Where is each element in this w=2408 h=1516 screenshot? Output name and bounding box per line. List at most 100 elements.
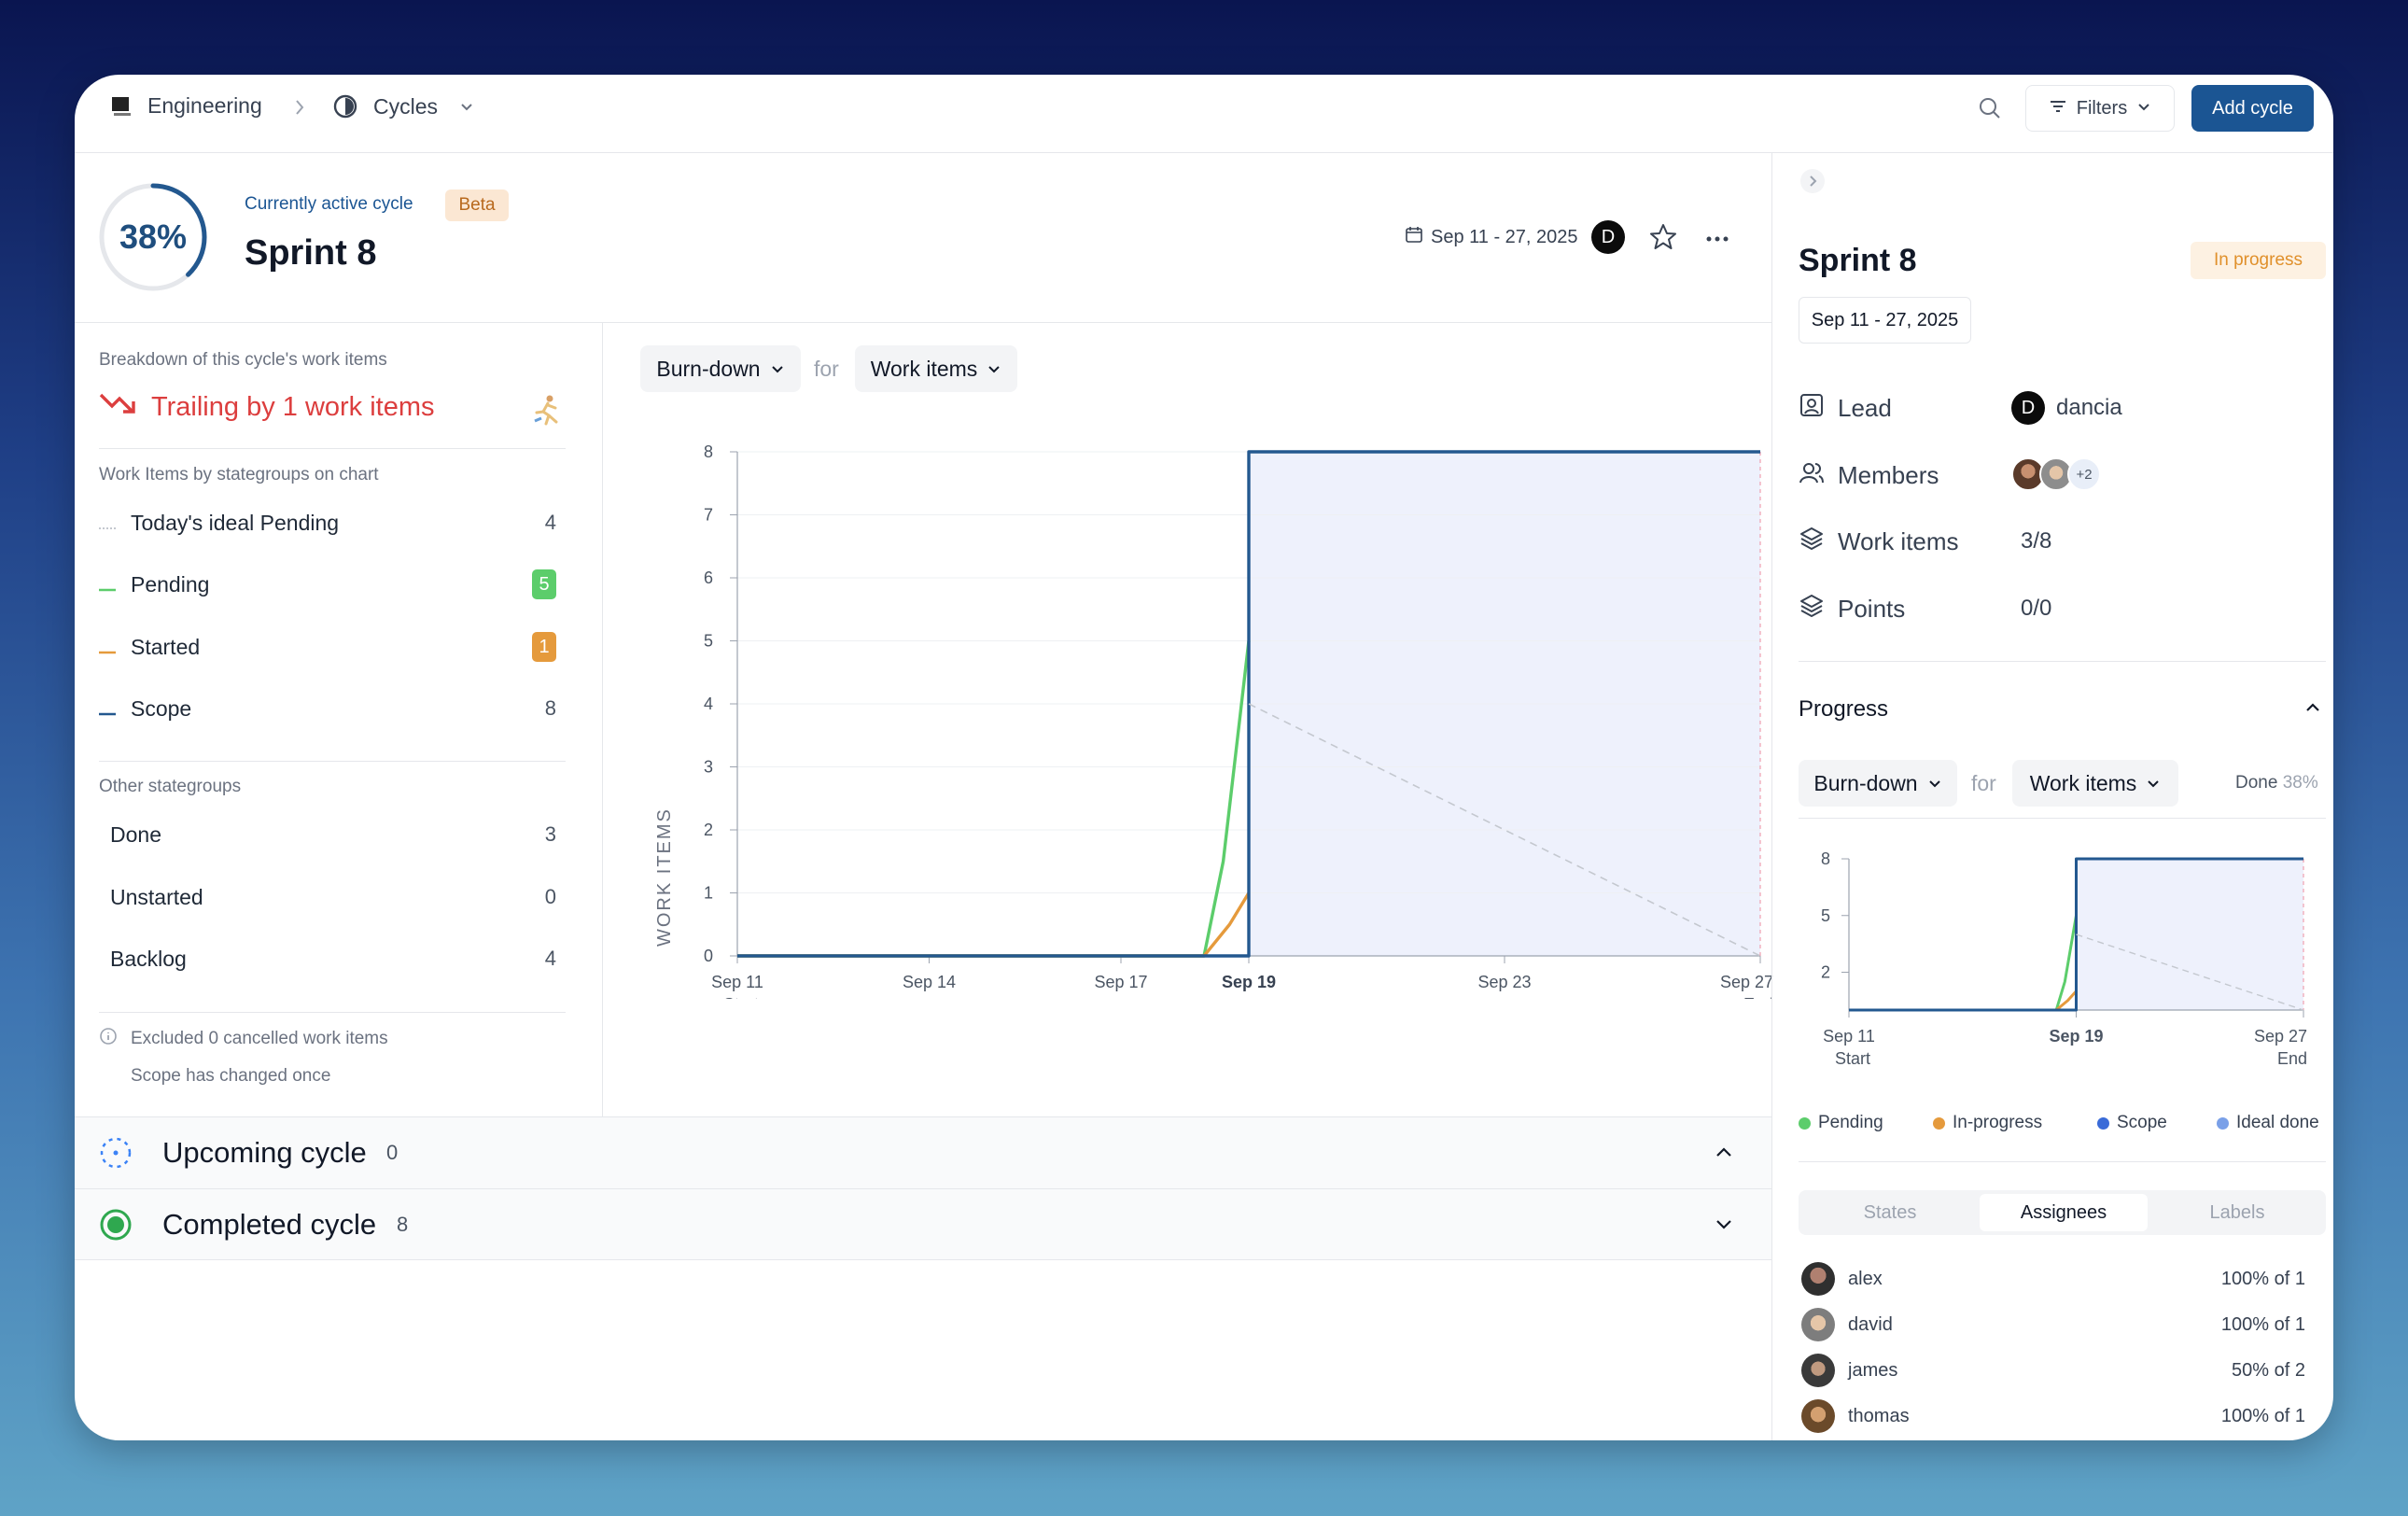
assignee-avatar bbox=[1801, 1308, 1835, 1341]
breadcrumb-cycles[interactable]: Cycles bbox=[332, 93, 475, 119]
more-options-icon[interactable] bbox=[1706, 232, 1729, 248]
tab-assignees[interactable]: Assignees bbox=[1980, 1194, 2148, 1231]
assignee-progress: 50% of 2 bbox=[2232, 1359, 2305, 1381]
dotted-line-icon bbox=[99, 511, 116, 536]
y-tick-label: 2 bbox=[1821, 963, 1830, 982]
x-tick-label: Sep 11 bbox=[711, 973, 763, 991]
work-items-label: Work items bbox=[1838, 527, 1959, 555]
cycle-title: Sprint 8 bbox=[245, 233, 377, 273]
other-unstarted: Unstarted 0 bbox=[110, 878, 556, 916]
legend-ideal-pending: Today's ideal Pending 4 bbox=[99, 504, 556, 541]
stategroups-heading: Work Items by stategroups on chart bbox=[99, 465, 379, 484]
cycle-date-range[interactable]: Sep 11 - 27, 2025 bbox=[1405, 225, 1578, 249]
x-tick-label: Sep 17 bbox=[1094, 973, 1147, 991]
legend-pending: Pending 5 bbox=[99, 566, 556, 603]
layers-icon bbox=[1799, 526, 1825, 558]
points-value: 0/0 bbox=[2021, 596, 2052, 621]
details-chart-type-label: Burn-down bbox=[1813, 770, 1918, 795]
filters-button[interactable]: Filters bbox=[2025, 85, 2175, 132]
x-tick-label: Sep 19 bbox=[2049, 1027, 2103, 1046]
cycle-icon bbox=[332, 93, 358, 119]
completed-cycle-section[interactable]: Completed cycle 8 bbox=[75, 1188, 1771, 1260]
details-date-button[interactable]: Sep 11 - 27, 2025 bbox=[1799, 297, 1971, 344]
x-sublabel: Start bbox=[723, 995, 759, 999]
y-tick-label: 2 bbox=[704, 821, 713, 839]
lead-property: Lead bbox=[1799, 392, 1892, 425]
breakdown-tabs: States Assignees Labels bbox=[1799, 1190, 2326, 1235]
x-sublabel: End bbox=[1743, 995, 1773, 999]
y-tick-label: 1 bbox=[704, 884, 713, 903]
divider bbox=[75, 1259, 1771, 1260]
legend-dot bbox=[1933, 1116, 1945, 1130]
y-tick-label: 8 bbox=[704, 442, 713, 461]
work-items-property: Work items bbox=[1799, 526, 1959, 558]
chevron-down-icon[interactable] bbox=[1714, 1214, 1734, 1239]
search-icon[interactable] bbox=[1977, 95, 2003, 126]
chart-type-label: Burn-down bbox=[656, 356, 761, 381]
assignee-progress: 100% of 1 bbox=[2220, 1268, 2305, 1289]
x-tick-label: Sep 14 bbox=[903, 973, 956, 991]
add-cycle-button[interactable]: Add cycle bbox=[2191, 85, 2314, 132]
x-tick-label: Sep 27 bbox=[1720, 973, 1773, 991]
lead-name: dancia bbox=[2056, 395, 2122, 420]
assignee-name: thomas bbox=[1848, 1405, 1910, 1426]
members-extra-count: +2 bbox=[2067, 457, 2101, 491]
assignee-row[interactable]: david 100% of 1 bbox=[1801, 1306, 2305, 1343]
layers-icon bbox=[1799, 593, 1825, 625]
assignee-progress: 100% of 1 bbox=[2220, 1405, 2305, 1426]
other-stategroups-heading: Other stategroups bbox=[99, 777, 242, 796]
legend-label: Today's ideal Pending bbox=[131, 510, 340, 535]
collapse-panel-icon[interactable] bbox=[1799, 168, 1826, 199]
status-badge: In progress bbox=[2191, 242, 2326, 279]
legend-ideal: Ideal done bbox=[2217, 1113, 2319, 1133]
legend-pending-label: Pending bbox=[1818, 1113, 1883, 1132]
breadcrumb-cycles-label: Cycles bbox=[373, 93, 439, 119]
legend-scope: Scope 8 bbox=[99, 690, 556, 727]
legend-dot bbox=[2217, 1116, 2229, 1130]
divider bbox=[1799, 661, 2326, 662]
breadcrumb-workspace[interactable]: Engineering bbox=[110, 93, 262, 119]
burndown-chart: 0 1 2 3 4 5 6 7 8 WORK ITEMS Sep 11 Start Sep 14 Sep … bbox=[654, 442, 1773, 999]
divider bbox=[1799, 1161, 2326, 1162]
assignee-row[interactable]: alex 100% of 1 bbox=[1801, 1260, 2305, 1298]
x-sublabel: End bbox=[2277, 1049, 2307, 1068]
y-tick-label: 5 bbox=[1821, 906, 1830, 925]
cycle-date-text: Sep 11 - 27, 2025 bbox=[1431, 226, 1578, 247]
details-title: Sprint 8 bbox=[1799, 243, 1917, 278]
members-avatars[interactable]: +2 bbox=[2011, 457, 2101, 491]
legend-started: Started 1 bbox=[99, 628, 556, 666]
details-chart-type-dropdown[interactable]: Burn-down bbox=[1799, 760, 1957, 807]
excluded-text: Excluded 0 cancelled work items bbox=[131, 1029, 388, 1048]
upcoming-cycle-icon bbox=[99, 1136, 133, 1174]
series-line-pending bbox=[737, 640, 1251, 958]
lead-value[interactable]: D dancia bbox=[2011, 391, 2122, 425]
y-tick-label: 3 bbox=[704, 758, 713, 777]
chevron-up-icon[interactable] bbox=[1714, 1142, 1734, 1167]
tab-labels[interactable]: Labels bbox=[2153, 1194, 2321, 1231]
x-sublabel: Start bbox=[1835, 1049, 1870, 1068]
future-region bbox=[2076, 859, 2303, 1010]
chevron-up-icon[interactable] bbox=[2303, 698, 2322, 722]
filters-label: Filters bbox=[2076, 97, 2128, 119]
lead-avatar[interactable]: D bbox=[1591, 220, 1625, 254]
excluded-note: Excluded 0 cancelled work items bbox=[99, 1027, 388, 1051]
chart-metric-dropdown[interactable]: Work items bbox=[855, 345, 1017, 392]
other-label: Unstarted bbox=[110, 884, 203, 909]
started-count-badge: 1 bbox=[532, 632, 556, 662]
line-swatch-icon bbox=[99, 696, 116, 722]
points-label: Points bbox=[1838, 595, 1906, 623]
chevron-down-icon bbox=[987, 357, 1001, 382]
details-metric-dropdown[interactable]: Work items bbox=[2012, 760, 2178, 807]
chart-type-dropdown[interactable]: Burn-down bbox=[640, 345, 801, 392]
lead-label: Lead bbox=[1838, 394, 1892, 422]
tab-states[interactable]: States bbox=[1806, 1194, 1974, 1231]
scope-change-note: Scope has changed once bbox=[131, 1066, 331, 1086]
pending-count-badge: 5 bbox=[532, 569, 556, 599]
assignee-row[interactable]: thomas 100% of 1 bbox=[1801, 1397, 2305, 1435]
completed-cycle-title: Completed cycle bbox=[162, 1208, 377, 1241]
completed-cycle-icon bbox=[99, 1208, 133, 1246]
upcoming-cycle-section[interactable]: Upcoming cycle 0 bbox=[75, 1116, 1771, 1188]
assignee-row[interactable]: james 50% of 2 bbox=[1801, 1352, 2305, 1389]
star-icon[interactable] bbox=[1648, 222, 1678, 257]
for-label: for bbox=[814, 357, 839, 381]
